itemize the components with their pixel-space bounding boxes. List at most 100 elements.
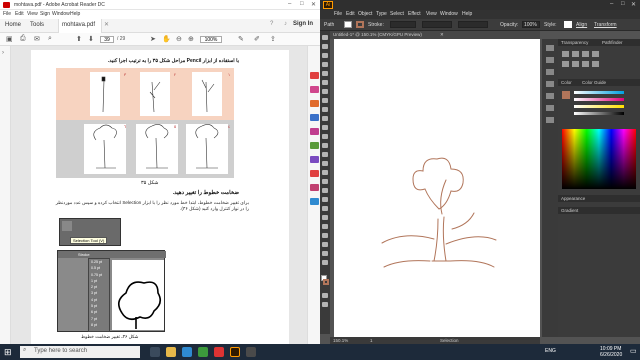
type-tool-icon[interactable]: [322, 71, 328, 76]
status-zoom[interactable]: 150.1%: [333, 338, 348, 343]
zoom-tool-icon[interactable]: [322, 260, 328, 265]
ai-menu-object[interactable]: Object: [358, 11, 372, 17]
slice-tool-icon[interactable]: [322, 242, 328, 247]
print-icon[interactable]: ⎙: [20, 35, 26, 43]
export-pdf-icon[interactable]: [310, 100, 319, 107]
menu-edit[interactable]: Edit: [15, 11, 24, 17]
symbols-icon[interactable]: [546, 93, 554, 99]
brush-field[interactable]: [458, 21, 488, 28]
help-icon[interactable]: ?: [270, 21, 273, 27]
artboard[interactable]: [334, 39, 540, 337]
swatches-icon[interactable]: [546, 105, 554, 111]
color-tab[interactable]: Color: [561, 80, 572, 85]
minimize-icon[interactable]: –: [288, 1, 291, 7]
perspective-tool-icon[interactable]: [322, 170, 328, 175]
send-icon[interactable]: [310, 184, 319, 191]
eraser-tool-icon[interactable]: [322, 116, 328, 121]
status-page[interactable]: 1: [370, 338, 373, 343]
tray-date[interactable]: 6/26/2020: [600, 352, 622, 358]
menu-help[interactable]: Help: [70, 11, 80, 17]
stroke-weight-field[interactable]: [390, 21, 416, 28]
edit-pdf-icon[interactable]: [310, 86, 319, 93]
yellow-slider[interactable]: [574, 105, 624, 108]
magenta-slider[interactable]: [574, 98, 624, 101]
style-swatch[interactable]: [564, 21, 572, 28]
stroke-panel-icon[interactable]: [546, 117, 554, 123]
ai-menu-edit[interactable]: Edit: [346, 11, 355, 17]
organize-pages-icon[interactable]: [310, 142, 319, 149]
taskbar-search[interactable]: ⌕ Type here to search: [20, 346, 140, 358]
align-link[interactable]: Align: [576, 22, 587, 28]
ai-menu-select[interactable]: Select: [390, 11, 404, 17]
artboard-tool-icon[interactable]: [322, 233, 328, 238]
direct-selection-tool-icon[interactable]: [322, 44, 328, 49]
ai-menu-type[interactable]: Type: [376, 11, 387, 17]
stroke-swatch[interactable]: [356, 21, 364, 28]
transparency-tab[interactable]: Transparency: [561, 40, 588, 45]
line-tool-icon[interactable]: [322, 80, 328, 85]
tray-language[interactable]: ENG: [545, 348, 556, 354]
search-icon[interactable]: ⌕: [48, 35, 52, 43]
settings-taskbar-icon[interactable]: [246, 347, 256, 357]
prev-page-icon[interactable]: ⬆: [76, 35, 82, 43]
shape-builder-tool-icon[interactable]: [322, 161, 328, 166]
screen-mode-icon[interactable]: [322, 302, 328, 307]
trim-icon[interactable]: [572, 61, 579, 67]
hand-icon[interactable]: ✋: [162, 35, 171, 43]
menu-file[interactable]: File: [3, 11, 11, 17]
mesh-tool-icon[interactable]: [322, 179, 328, 184]
protect-icon[interactable]: [310, 170, 319, 177]
ai-maximize-icon[interactable]: □: [621, 1, 625, 7]
hand-tool-icon[interactable]: [322, 251, 328, 256]
zoom-input[interactable]: 100%: [200, 36, 222, 43]
close-tab-icon[interactable]: ✕: [104, 21, 109, 28]
sign-in-button[interactable]: Sign In: [293, 21, 313, 27]
stroke-color-box[interactable]: [323, 279, 329, 285]
page-number-input[interactable]: 39: [100, 36, 114, 43]
expand-pane-icon[interactable]: ›: [2, 50, 4, 56]
appearance-tab[interactable]: Appearance: [561, 196, 585, 201]
transform-link[interactable]: Transform: [594, 22, 617, 28]
pencil-tool-icon[interactable]: [322, 107, 328, 112]
next-page-icon[interactable]: ⬇: [88, 35, 94, 43]
comment-tool-icon[interactable]: [310, 114, 319, 121]
menu-window[interactable]: Window: [52, 11, 70, 17]
edge-icon[interactable]: [182, 347, 192, 357]
ai-close-icon[interactable]: ✕: [631, 1, 636, 8]
width-tool-icon[interactable]: [322, 143, 328, 148]
gradient-tool-icon[interactable]: [322, 188, 328, 193]
notifications-icon[interactable]: ▭: [630, 347, 637, 355]
libraries-icon[interactable]: [546, 45, 554, 51]
eyedropper-tool-icon[interactable]: [322, 197, 328, 202]
blend-tool-icon[interactable]: [322, 206, 328, 211]
file-explorer-icon[interactable]: [166, 347, 176, 357]
comment-icon[interactable]: ✎: [238, 35, 244, 43]
document-tab[interactable]: Untitled-1* @ 150.1% (CMYK/GPU Preview) …: [330, 31, 540, 39]
cyan-slider[interactable]: [574, 91, 624, 94]
ai-menu-help[interactable]: Help: [462, 11, 472, 17]
ai-menu-view[interactable]: View: [426, 11, 437, 17]
windows-start-icon[interactable]: ⊞: [4, 347, 14, 357]
color-guide-tab[interactable]: Color Guide: [582, 80, 606, 85]
more-tools-icon[interactable]: [310, 198, 319, 205]
maximize-icon[interactable]: □: [300, 1, 304, 7]
bell-icon[interactable]: ♪: [284, 21, 287, 27]
share-icon[interactable]: ⇪: [270, 35, 276, 43]
tab-home[interactable]: Home: [5, 22, 21, 28]
task-view-icon[interactable]: [150, 347, 160, 357]
pathfinder-tab[interactable]: Pathfinder: [602, 40, 623, 45]
opacity-field[interactable]: 100%: [522, 21, 540, 28]
brushes-icon[interactable]: [546, 81, 554, 87]
create-pdf-icon[interactable]: [310, 72, 319, 79]
rectangle-tool-icon[interactable]: [322, 89, 328, 94]
close-icon[interactable]: ✕: [311, 1, 316, 8]
intersect-icon[interactable]: [582, 51, 589, 57]
crop-icon[interactable]: [592, 61, 599, 67]
variable-width-field[interactable]: [422, 21, 452, 28]
save-icon[interactable]: ▣: [6, 35, 13, 43]
minus-front-icon[interactable]: [572, 51, 579, 57]
properties-icon[interactable]: [546, 57, 554, 63]
tab-tools[interactable]: Tools: [30, 22, 44, 28]
fill-sign-icon[interactable]: [310, 156, 319, 163]
acrobat-taskbar-icon[interactable]: [214, 347, 224, 357]
